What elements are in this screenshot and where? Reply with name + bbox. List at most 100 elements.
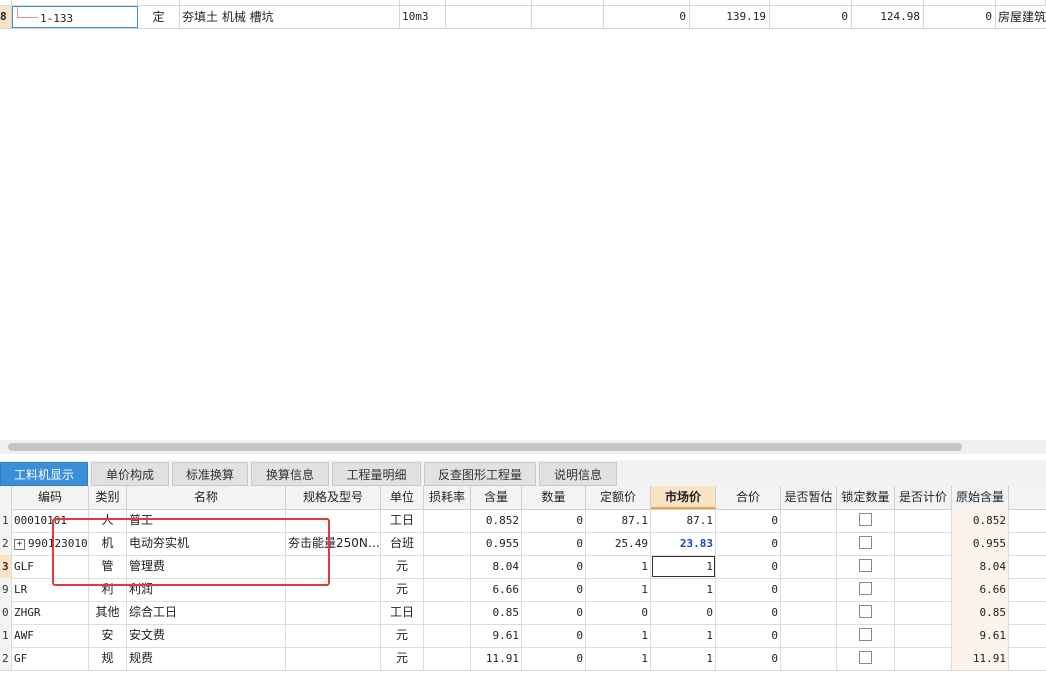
value-cell[interactable]: 0 <box>604 6 690 28</box>
content-cell[interactable]: 0.955 <box>471 532 522 555</box>
total-price-cell[interactable]: 0 <box>716 647 781 670</box>
is-priced-cell[interactable] <box>895 555 952 578</box>
type-cell[interactable]: 定 <box>138 6 180 28</box>
col-spec[interactable]: 规格及型号 <box>286 486 381 509</box>
lock-quantity-cell[interactable] <box>837 601 895 624</box>
lock-quantity-cell[interactable] <box>837 624 895 647</box>
value-cell[interactable]: 0 <box>924 6 996 28</box>
quantity-cell[interactable]: 0 <box>522 532 586 555</box>
spec-cell[interactable] <box>286 624 381 647</box>
original-content-cell[interactable]: 11.91 <box>952 647 1009 670</box>
total-price-cell[interactable]: 0 <box>716 555 781 578</box>
unit-cell[interactable]: 工日 <box>381 601 424 624</box>
unit-cell[interactable]: 台班 <box>381 532 424 555</box>
quota-price-cell[interactable]: 0 <box>586 601 651 624</box>
col-unit[interactable]: 单位 <box>381 486 424 509</box>
loss-rate-cell[interactable] <box>424 578 471 601</box>
unit-cell[interactable]: 10m3 <box>400 6 446 28</box>
content-cell[interactable]: 11.91 <box>471 647 522 670</box>
content-cell[interactable]: 0.852 <box>471 509 522 532</box>
market-price-cell[interactable]: 1 <box>651 624 716 647</box>
is-priced-cell[interactable] <box>895 578 952 601</box>
quantity-cell[interactable]: 0 <box>522 624 586 647</box>
lock-quantity-cell[interactable] <box>837 555 895 578</box>
col-loss-rate[interactable]: 损耗率 <box>424 486 471 509</box>
empty-cell[interactable] <box>532 6 604 28</box>
loss-rate-cell[interactable] <box>424 532 471 555</box>
unit-cell[interactable]: 元 <box>381 555 424 578</box>
lock-quantity-checkbox[interactable] <box>859 582 872 595</box>
quota-price-cell[interactable]: 87.1 <box>586 509 651 532</box>
provisional-cell[interactable] <box>781 578 837 601</box>
total-price-cell[interactable]: 0 <box>716 532 781 555</box>
market-price-cell[interactable]: 1 <box>651 578 716 601</box>
lock-quantity-cell[interactable] <box>837 532 895 555</box>
table-row[interactable]: 1 AWF 安 安文费 元 9.61 0 1 1 0 9.61 <box>0 624 1046 648</box>
spec-cell[interactable] <box>286 601 381 624</box>
tab-conversion-info[interactable]: 换算信息 <box>251 462 329 486</box>
table-row[interactable]: 0 ZHGR 其他 综合工日 工日 0.85 0 0 0 0 0.85 <box>0 601 1046 625</box>
quota-price-cell[interactable]: 1 <box>586 647 651 670</box>
original-content-cell[interactable]: 6.66 <box>952 578 1009 601</box>
original-content-cell[interactable]: 0.955 <box>952 532 1009 555</box>
col-is-provisional[interactable]: 是否暂估 <box>781 486 837 509</box>
top-grid-row[interactable]: 8 1-133 定 夯填土 机械 槽坑 10m3 0 139.19 0 124.… <box>0 6 1046 29</box>
lock-quantity-cell[interactable] <box>837 647 895 670</box>
loss-rate-cell[interactable] <box>424 647 471 670</box>
value-cell[interactable]: 124.98 <box>852 6 924 28</box>
col-original-content[interactable]: 原始含量 <box>952 486 1009 509</box>
is-priced-cell[interactable] <box>895 509 952 532</box>
provisional-cell[interactable] <box>781 601 837 624</box>
lock-quantity-checkbox[interactable] <box>859 651 872 664</box>
unit-cell[interactable]: 元 <box>381 624 424 647</box>
quantity-cell[interactable]: 0 <box>522 578 586 601</box>
name-cell[interactable]: 安文费 <box>127 624 286 647</box>
spec-cell[interactable] <box>286 647 381 670</box>
original-content-cell[interactable]: 0.852 <box>952 509 1009 532</box>
lock-quantity-cell[interactable] <box>837 578 895 601</box>
category-cell[interactable]: 房屋建筑 <box>996 6 1046 28</box>
is-priced-cell[interactable] <box>895 601 952 624</box>
is-priced-cell[interactable] <box>895 624 952 647</box>
name-cell[interactable]: 夯填土 机械 槽坑 <box>180 6 400 28</box>
table-row[interactable]: 2 GF 规 规费 元 11.91 0 1 1 0 11.91 <box>0 647 1046 671</box>
total-price-cell[interactable]: 0 <box>716 509 781 532</box>
market-price-cell[interactable]: 87.1 <box>651 509 716 532</box>
lock-quantity-cell[interactable] <box>837 509 895 532</box>
empty-cell[interactable] <box>446 6 532 28</box>
horizontal-scrollbar[interactable] <box>0 440 1046 454</box>
code-cell[interactable]: GF <box>12 647 89 670</box>
code-cell[interactable]: AWF <box>12 624 89 647</box>
col-total-price[interactable]: 合价 <box>716 486 781 509</box>
quantity-cell[interactable]: 0 <box>522 601 586 624</box>
col-type[interactable]: 类别 <box>89 486 127 509</box>
total-price-cell[interactable]: 0 <box>716 624 781 647</box>
lock-quantity-checkbox[interactable] <box>859 559 872 572</box>
tab-labor-material-machine[interactable]: 工料机显示 <box>0 462 88 486</box>
market-price-cell[interactable]: 1 <box>651 647 716 670</box>
market-price-cell[interactable]: 0 <box>651 601 716 624</box>
content-cell[interactable]: 9.61 <box>471 624 522 647</box>
market-price-cell[interactable]: 23.83 <box>651 532 716 555</box>
col-content[interactable]: 含量 <box>471 486 522 509</box>
unit-cell[interactable]: 元 <box>381 647 424 670</box>
provisional-cell[interactable] <box>781 624 837 647</box>
original-content-cell[interactable]: 9.61 <box>952 624 1009 647</box>
col-name[interactable]: 名称 <box>127 486 286 509</box>
provisional-cell[interactable] <box>781 647 837 670</box>
type-cell[interactable]: 安 <box>89 624 127 647</box>
content-cell[interactable]: 8.04 <box>471 555 522 578</box>
is-priced-cell[interactable] <box>895 532 952 555</box>
col-lock-quantity[interactable]: 锁定数量 <box>837 486 895 509</box>
content-cell[interactable]: 0.85 <box>471 601 522 624</box>
type-cell[interactable]: 规 <box>89 647 127 670</box>
tab-description-info[interactable]: 说明信息 <box>539 462 617 486</box>
market-price-cell-focused[interactable]: 1 <box>651 555 716 578</box>
provisional-cell[interactable] <box>781 555 837 578</box>
tab-quantity-details[interactable]: 工程量明细 <box>332 462 421 486</box>
total-price-cell[interactable]: 0 <box>716 578 781 601</box>
tab-reverse-graphic-quantity[interactable]: 反查图形工程量 <box>424 462 536 486</box>
quantity-cell[interactable]: 0 <box>522 509 586 532</box>
unit-cell[interactable]: 元 <box>381 578 424 601</box>
col-code[interactable]: 编码 <box>12 486 89 509</box>
